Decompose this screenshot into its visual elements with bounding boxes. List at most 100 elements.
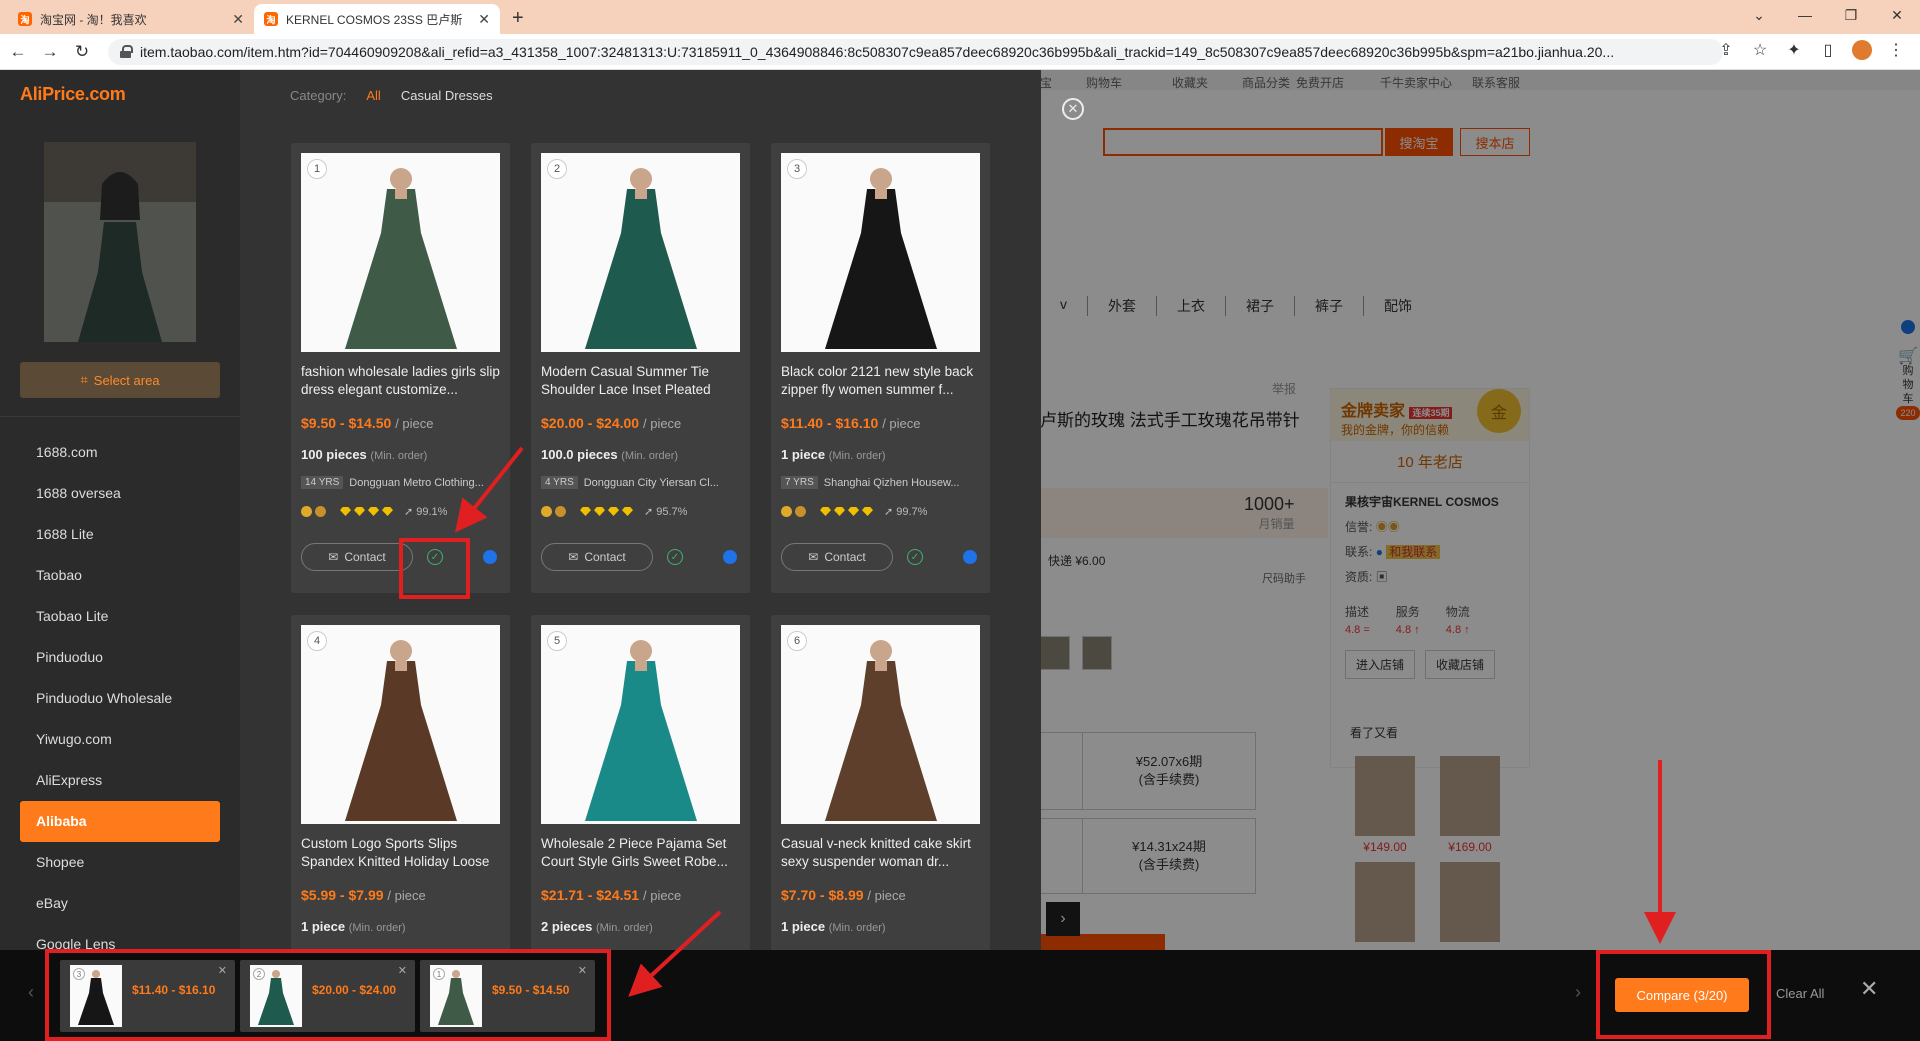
product-card[interactable]: 1 fashion wholesale ladies girls slip dre… <box>291 143 510 593</box>
close-window-icon[interactable]: ✕ <box>1874 7 1920 24</box>
window-controls: ⌄ — ❐ ✕ <box>1736 0 1920 30</box>
product-card[interactable]: 5 Wholesale 2 Piece Pajama Set Court Styl… <box>531 615 750 950</box>
category-casual-dresses[interactable]: Casual Dresses <box>401 88 493 103</box>
product-photo <box>541 153 740 352</box>
profile-avatar[interactable] <box>1852 40 1872 65</box>
product-card[interactable]: 4 Custom Logo Sports Slips Spandex Knitte… <box>291 615 510 950</box>
share-icon[interactable]: ⇪ <box>1716 40 1736 65</box>
product-title[interactable]: Casual v-neck knitted cake skirt sexy su… <box>781 835 981 871</box>
select-area-label: Select area <box>93 372 160 388</box>
add-to-compare-check-icon[interactable]: ✓ <box>667 549 683 565</box>
tab-search-icon[interactable]: ⌄ <box>1736 7 1782 24</box>
diamond-icon <box>848 507 859 516</box>
side-panel-icon[interactable]: ▯ <box>1818 40 1838 65</box>
close-overlay-icon[interactable]: ✕ <box>1062 98 1084 120</box>
platform-menu: 1688.com 1688 oversea 1688 Lite Taobao T… <box>20 432 220 965</box>
tab-taobao-home[interactable]: 淘 淘宝网 - 淘！我喜欢 ✕ <box>8 4 254 34</box>
product-price: $5.99 - $7.99 / piece <box>301 887 426 903</box>
menu-item-1688-lite[interactable]: 1688 Lite <box>20 514 220 555</box>
category-filter: Category: All Casual Dresses <box>290 88 493 103</box>
menu-dots-icon[interactable]: ⋮ <box>1886 40 1906 65</box>
diamond-icon <box>608 507 619 516</box>
min-order: 2 pieces (Min. order) <box>541 919 653 934</box>
product-title[interactable]: Wholesale 2 Piece Pajama Set Court Style… <box>541 835 741 871</box>
aliprice-logo[interactable]: AliPrice.com <box>20 84 126 105</box>
product-index: 6 <box>787 631 807 651</box>
wangwang-chat-icon[interactable] <box>483 550 497 564</box>
menu-item-aliexpress[interactable]: AliExpress <box>20 760 220 801</box>
tab-kernel-cosmos[interactable]: 淘 KERNEL COSMOS 23SS 巴卢斯 ✕ <box>254 4 500 34</box>
menu-item-taobao-lite[interactable]: Taobao Lite <box>20 596 220 637</box>
wangwang-chat-icon[interactable] <box>963 550 977 564</box>
close-tray-icon[interactable]: ✕ <box>1860 976 1878 1002</box>
new-tab-icon[interactable]: + <box>512 7 524 30</box>
category-all[interactable]: All <box>366 88 380 103</box>
select-area-button[interactable]: ⌗ Select area <box>20 362 220 398</box>
menu-item-pinduoduo[interactable]: Pinduoduo <box>20 637 220 678</box>
bookmark-star-icon[interactable]: ☆ <box>1750 40 1770 65</box>
verified-icon <box>301 506 312 517</box>
annotation-highlight-box <box>45 949 611 1041</box>
product-card[interactable]: 2 Modern Casual Summer Tie Shoulder Lace … <box>531 143 750 593</box>
response-rate: 99.1% <box>416 505 448 518</box>
response-rate-icon: ➚ <box>644 506 654 518</box>
contact-button[interactable]: ✉ Contact <box>541 543 653 571</box>
supplier-name: Dongguan City Yiersan Cl... <box>583 476 719 489</box>
url-text: item.taobao.com/item.htm?id=704460909208… <box>140 44 1615 60</box>
extensions-icon[interactable]: ✦ <box>1784 40 1804 65</box>
product-title[interactable]: Black color 2121 new style back zipper f… <box>781 363 981 399</box>
menu-item-shopee[interactable]: Shopee <box>20 842 220 883</box>
product-index: 3 <box>787 159 807 179</box>
trade-assurance-icon <box>795 506 806 517</box>
product-title[interactable]: Custom Logo Sports Slips Spandex Knitted… <box>301 835 501 871</box>
chevron-right-icon[interactable]: › <box>1575 982 1581 1003</box>
response-rate: 99.7% <box>896 505 928 518</box>
product-photo <box>301 625 500 824</box>
product-image[interactable] <box>301 625 500 824</box>
product-image[interactable] <box>541 153 740 352</box>
supplier-name: Dongguan Metro Clothing... <box>349 476 484 489</box>
product-image[interactable] <box>301 153 500 352</box>
close-tab-icon[interactable]: ✕ <box>478 11 490 28</box>
contact-button[interactable]: ✉ Contact <box>781 543 893 571</box>
address-bar-row: ← → ↻ item.taobao.com/item.htm?id=704460… <box>0 34 1920 70</box>
diamond-icon <box>862 507 873 516</box>
clear-all-button[interactable]: Clear All <box>1776 986 1824 1001</box>
supplier-row[interactable]: 4 YRS Dongguan City Yiersan Cl... <box>541 476 741 489</box>
product-image[interactable] <box>781 625 980 824</box>
product-title[interactable]: fashion wholesale ladies girls slip dres… <box>301 363 501 399</box>
product-price: $20.00 - $24.00 / piece <box>541 415 682 431</box>
menu-item-yiwugo[interactable]: Yiwugo.com <box>20 719 220 760</box>
lock-icon[interactable] <box>120 45 133 58</box>
minimize-icon[interactable]: — <box>1782 7 1828 23</box>
forward-icon[interactable]: → <box>36 42 64 62</box>
supplier-years: 4 YRS <box>541 476 578 489</box>
menu-item-taobao[interactable]: Taobao <box>20 555 220 596</box>
product-title[interactable]: Modern Casual Summer Tie Shoulder Lace I… <box>541 363 741 399</box>
diamond-icon <box>382 507 393 516</box>
restore-icon[interactable]: ❐ <box>1828 7 1874 24</box>
add-to-compare-check-icon[interactable]: ✓ <box>907 549 923 565</box>
menu-item-ebay[interactable]: eBay <box>20 883 220 924</box>
chevron-left-icon[interactable]: ‹ <box>28 982 34 1003</box>
url-field[interactable]: item.taobao.com/item.htm?id=704460909208… <box>108 39 1723 65</box>
supplier-row[interactable]: 14 YRS Dongguan Metro Clothing... <box>301 476 501 489</box>
product-image[interactable] <box>541 625 740 824</box>
back-icon[interactable]: ← <box>4 42 32 62</box>
diamond-icon <box>594 507 605 516</box>
contact-button[interactable]: ✉ Contact <box>301 543 413 571</box>
menu-item-alibaba[interactable]: Alibaba <box>20 801 220 842</box>
product-image[interactable] <box>781 153 980 352</box>
close-tab-icon[interactable]: ✕ <box>232 11 244 28</box>
reload-icon[interactable]: ↻ <box>68 42 96 62</box>
supplier-row[interactable]: 7 YRS Shanghai Qizhen Housew... <box>781 476 981 489</box>
product-card[interactable]: 6 Casual v-neck knitted cake skirt sexy s… <box>771 615 990 950</box>
mail-icon: ✉ <box>568 550 579 564</box>
menu-item-1688-oversea[interactable]: 1688 oversea <box>20 473 220 514</box>
wangwang-chat-icon[interactable] <box>723 550 737 564</box>
product-card[interactable]: 3 Black color 2121 new style back zipper … <box>771 143 990 593</box>
divider <box>0 416 240 417</box>
menu-item-pinduoduo-wholesale[interactable]: Pinduoduo Wholesale <box>20 678 220 719</box>
menu-item-1688[interactable]: 1688.com <box>20 432 220 473</box>
toolbar-icons: ⇪ ☆ ✦ ▯ ⋮ <box>1716 40 1906 65</box>
